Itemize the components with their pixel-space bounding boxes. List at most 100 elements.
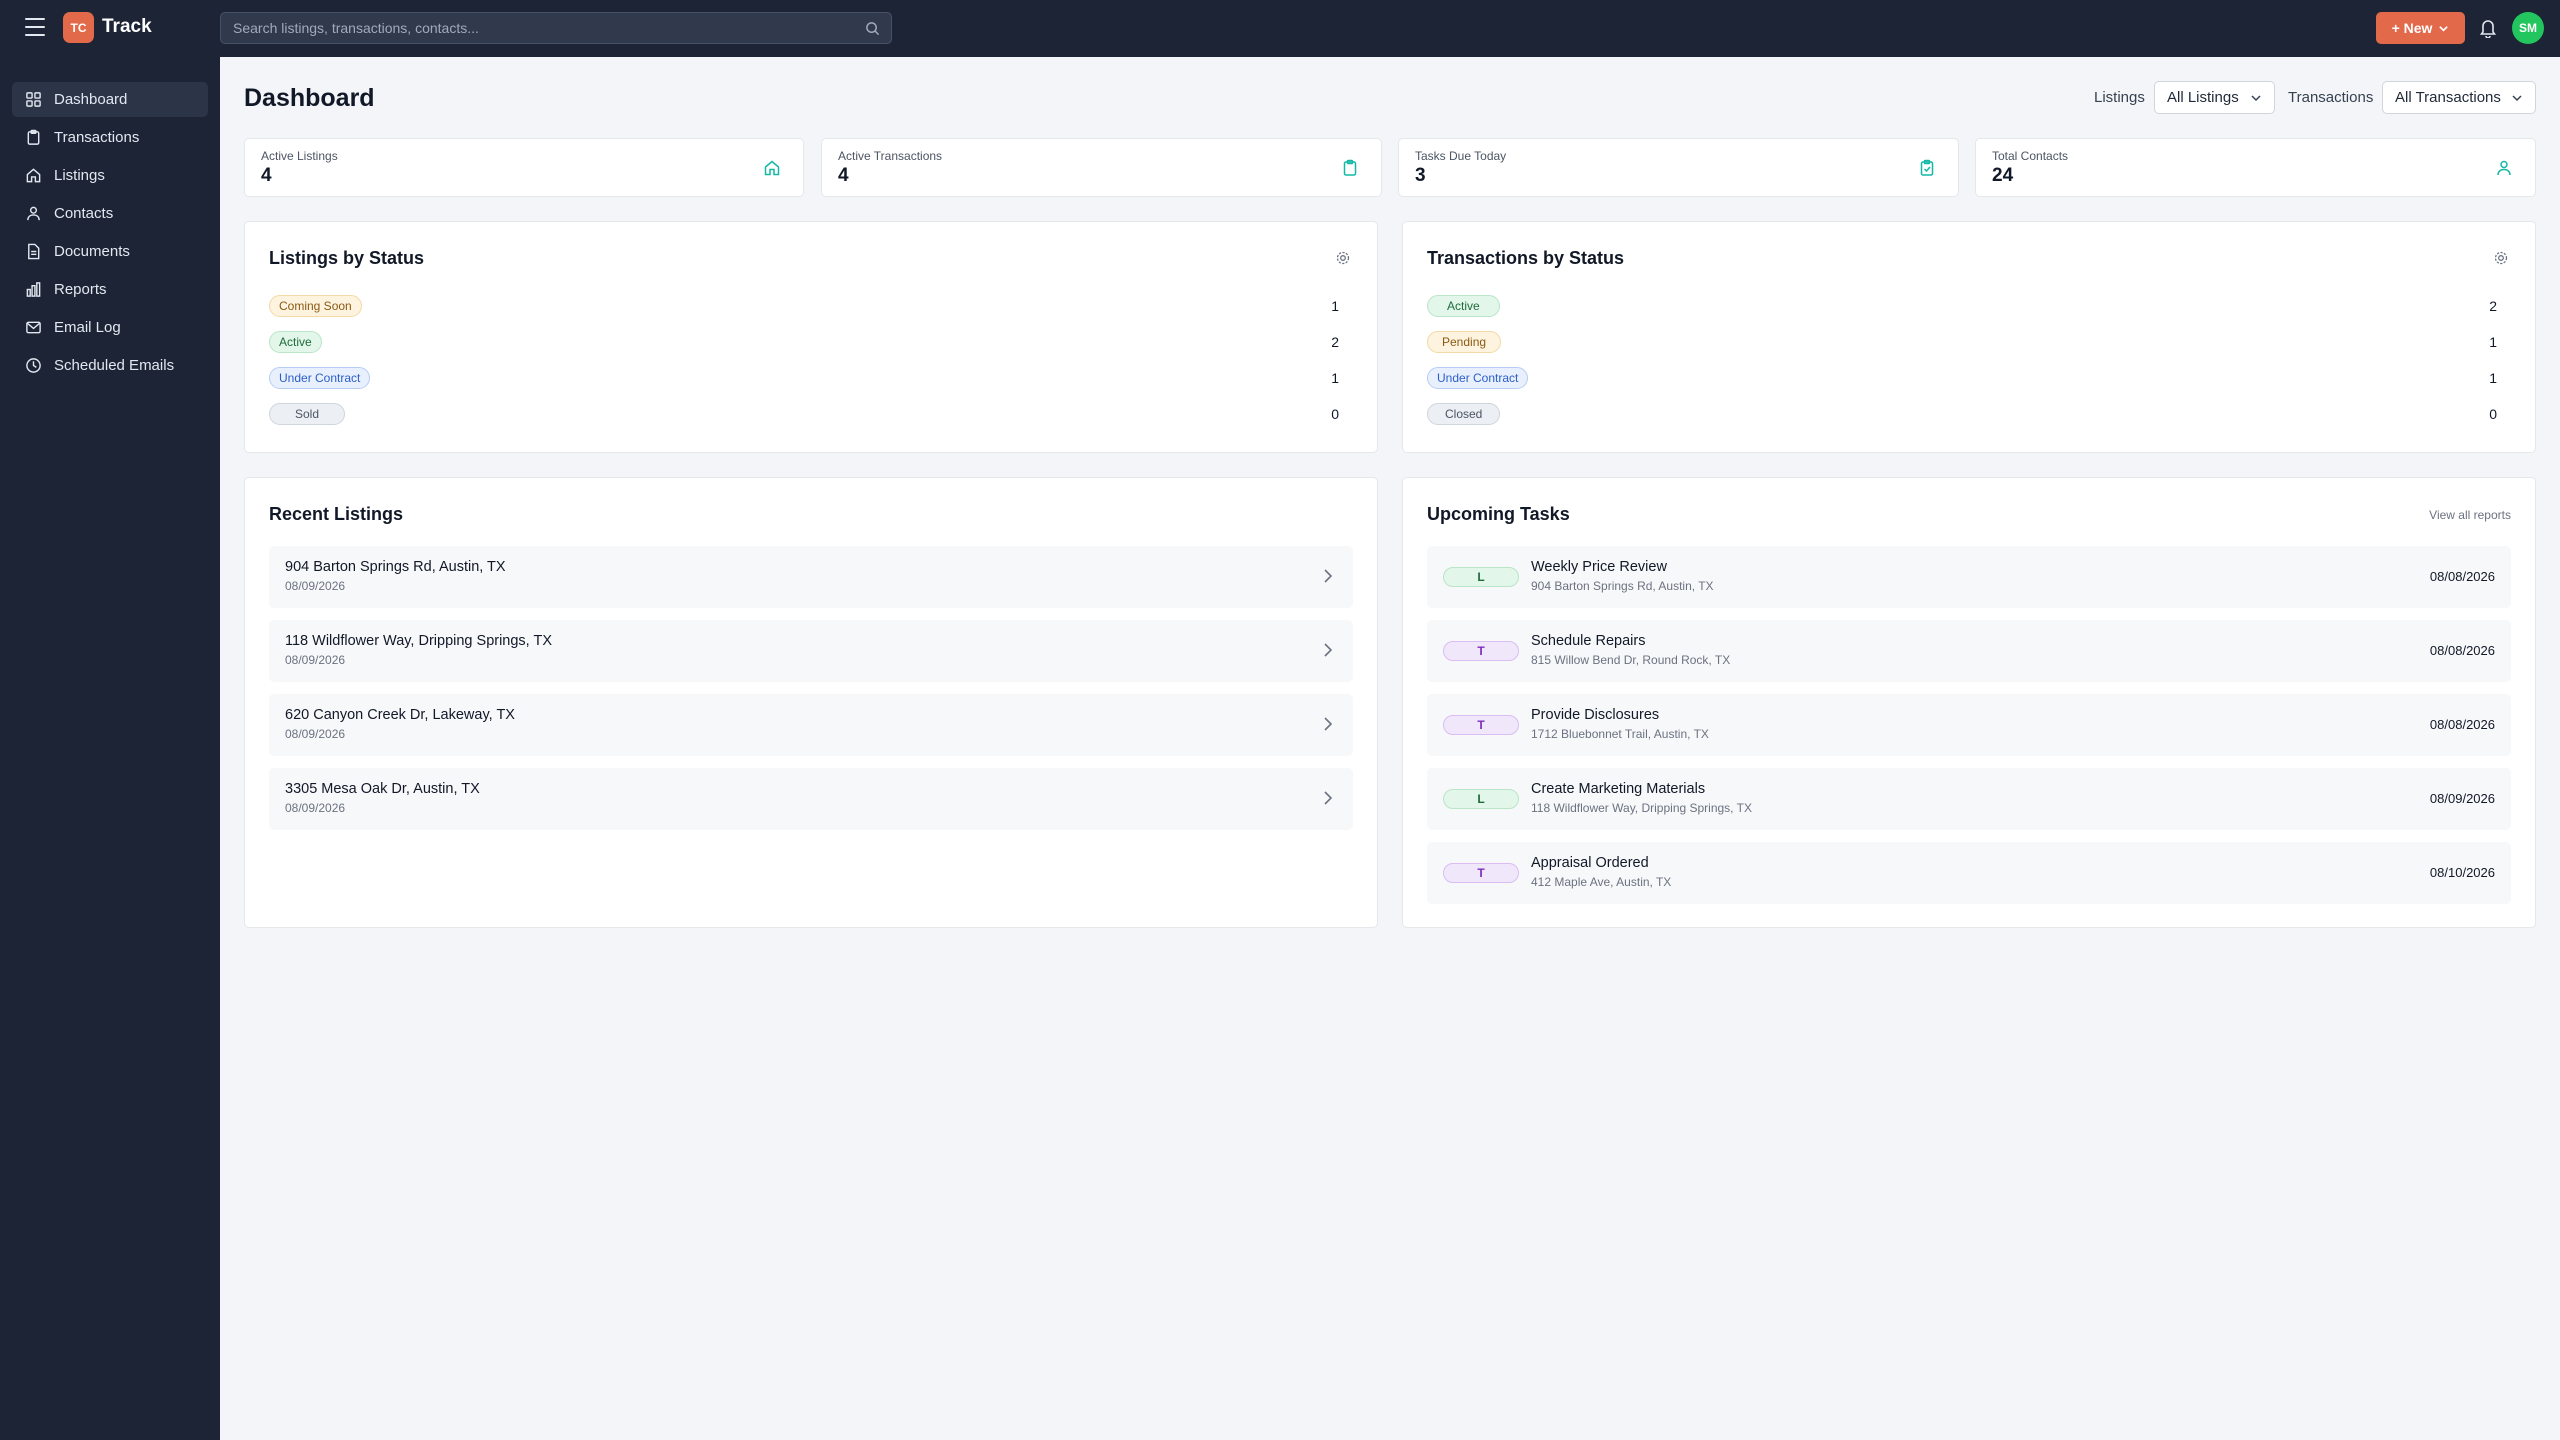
task-title: Weekly Price Review: [1531, 559, 1667, 575]
stat-card-active-transactions[interactable]: Active Transactions 4: [821, 138, 1382, 197]
sidebar-item-scheduled-emails[interactable]: Scheduled Emails: [12, 348, 208, 383]
stat-value: 4: [838, 165, 849, 186]
listing-date: 08/09/2026: [285, 653, 346, 667]
status-badge[interactable]: Sold: [269, 403, 346, 425]
listing-address: 620 Canyon Creek Dr, Lakeway, TX: [285, 707, 515, 723]
sidebar-item-label: Documents: [54, 243, 130, 260]
stat-card-active-listings[interactable]: Active Listings 4: [244, 138, 804, 197]
task-date: 08/09/2026: [2429, 791, 2495, 806]
list-item[interactable]: 118 Wildflower Way, Dripping Springs, TX…: [269, 620, 1353, 682]
gear-icon[interactable]: [2493, 250, 2509, 266]
status-badge[interactable]: Under Contract: [1427, 367, 1529, 389]
new-button[interactable]: + New: [2376, 12, 2465, 44]
status-badge[interactable]: Pending: [1427, 331, 1502, 353]
clock-icon: [26, 358, 41, 373]
contacts-icon: [2497, 160, 2511, 176]
status-count: 1: [2489, 370, 2497, 386]
status-count: 1: [1331, 370, 1339, 386]
task-type-badge: T: [1443, 715, 1519, 735]
listing-date: 08/09/2026: [285, 727, 346, 741]
stat-card-total-contacts[interactable]: Total Contacts 24: [1975, 138, 2536, 197]
task-date: 08/08/2026: [2429, 569, 2495, 584]
list-item[interactable]: 3305 Mesa Oak Dr, Austin, TX 08/09/2026: [269, 768, 1353, 830]
task-type-badge: T: [1443, 863, 1519, 883]
task-address: 904 Barton Springs Rd, Austin, TX: [1531, 579, 1714, 593]
avatar[interactable]: SM: [2512, 12, 2544, 44]
menu-icon[interactable]: [25, 18, 45, 36]
listings-filter-value: All Listings: [2167, 89, 2239, 106]
sidebar-item-contacts[interactable]: Contacts: [12, 196, 208, 231]
stat-label: Active Listings: [261, 149, 338, 163]
status-row: Coming Soon: [269, 294, 362, 318]
gear-icon[interactable]: [1335, 250, 1351, 266]
stat-label: Tasks Due Today: [1415, 149, 1507, 163]
sidebar-item-label: Contacts: [54, 205, 114, 222]
sidebar-item-listings[interactable]: Listings: [12, 158, 208, 193]
listing-address: 904 Barton Springs Rd, Austin, TX: [285, 559, 506, 575]
task-date: 08/08/2026: [2429, 643, 2495, 658]
sidebar-item-documents[interactable]: Documents: [12, 234, 208, 269]
status-row: Under Contract: [1427, 366, 1529, 390]
sidebar-item-label: Dashboard: [54, 91, 128, 108]
status-row: Sold: [269, 402, 346, 426]
status-row: Active: [269, 330, 322, 354]
panel-title: Recent Listings: [269, 504, 404, 524]
task-type-badge: L: [1443, 567, 1519, 587]
view-all-reports-link[interactable]: View all reports: [2429, 508, 2511, 522]
task-row[interactable]: L Create Marketing Materials 118 Wildflo…: [1427, 768, 2511, 830]
chevron-down-icon: [2251, 95, 2261, 102]
status-badge[interactable]: Coming Soon: [269, 295, 362, 317]
panel-title: Transactions by Status: [1427, 248, 1625, 268]
search-icon[interactable]: [865, 21, 880, 36]
task-type-badge: T: [1443, 641, 1519, 661]
status-badge[interactable]: Active: [1427, 295, 1500, 317]
bar-chart-icon: [26, 282, 41, 297]
panel-title: Upcoming Tasks: [1427, 504, 1570, 524]
sidebar-item-label: Scheduled Emails: [54, 357, 175, 374]
status-badge[interactable]: Active: [269, 331, 322, 353]
search-input[interactable]: [233, 20, 853, 36]
stat-value: 4: [261, 165, 272, 186]
task-row[interactable]: L Weekly Price Review 904 Barton Springs…: [1427, 546, 2511, 608]
task-row[interactable]: T Appraisal Ordered 412 Maple Ave, Austi…: [1427, 842, 2511, 904]
list-item[interactable]: 620 Canyon Creek Dr, Lakeway, TX 08/09/2…: [269, 694, 1353, 756]
stat-label: Total Contacts: [1992, 149, 2069, 163]
chevron-down-icon: [2512, 95, 2522, 102]
task-row[interactable]: T Provide Disclosures 1712 Bluebonnet Tr…: [1427, 694, 2511, 756]
sidebar-item-reports[interactable]: Reports: [12, 272, 208, 307]
app-name: Track: [102, 16, 152, 37]
status-count: 2: [1331, 334, 1339, 350]
status-count: 1: [1331, 298, 1339, 314]
sidebar-item-email-log[interactable]: Email Log: [12, 310, 208, 345]
task-address: 118 Wildflower Way, Dripping Springs, TX: [1531, 801, 1752, 815]
transactions-filter-select[interactable]: All Transactions: [2382, 81, 2536, 114]
chevron-right-icon: [1324, 569, 1333, 583]
stat-card-tasks-due-today[interactable]: Tasks Due Today 3: [1398, 138, 1959, 197]
task-address: 1712 Bluebonnet Trail, Austin, TX: [1531, 727, 1709, 741]
contacts-icon: [27, 206, 40, 221]
bell-icon[interactable]: [2479, 18, 2497, 38]
listings-filter-select[interactable]: All Listings: [2154, 81, 2275, 114]
clipboard-icon: [1343, 159, 1357, 176]
grid-icon: [26, 92, 41, 107]
panel-title: Listings by Status: [269, 248, 425, 268]
sidebar-item-transactions[interactable]: Transactions: [12, 120, 208, 155]
list-item[interactable]: 904 Barton Springs Rd, Austin, TX 08/09/…: [269, 546, 1353, 608]
task-row[interactable]: T Schedule Repairs 815 Willow Bend Dr, R…: [1427, 620, 2511, 682]
task-title: Schedule Repairs: [1531, 633, 1646, 649]
status-count: 0: [1331, 406, 1339, 422]
sidebar-item-label: Reports: [54, 281, 107, 298]
listing-date: 08/09/2026: [285, 579, 346, 593]
sidebar: Dashboard Transactions Listings Contacts…: [0, 57, 220, 1440]
sidebar-item-dashboard[interactable]: Dashboard: [12, 82, 208, 117]
transactions-filter-label: Transactions: [2288, 89, 2374, 106]
status-row: Closed: [1427, 402, 1501, 426]
home-icon: [26, 168, 41, 183]
task-date: 08/10/2026: [2429, 865, 2495, 880]
chevron-right-icon: [1324, 717, 1333, 731]
chevron-down-icon: [2439, 25, 2449, 32]
status-badge[interactable]: Under Contract: [269, 367, 371, 389]
sidebar-item-label: Email Log: [54, 319, 121, 336]
status-badge[interactable]: Closed: [1427, 403, 1501, 425]
recent-listings-panel: Recent Listings 904 Barton Springs Rd, A…: [244, 477, 1378, 928]
